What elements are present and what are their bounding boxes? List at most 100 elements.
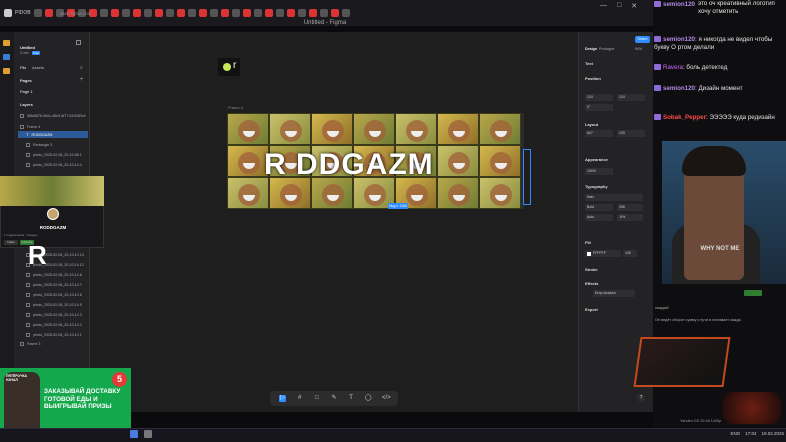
folder-icon[interactable] bbox=[3, 40, 10, 46]
photo-tile[interactable] bbox=[479, 113, 521, 145]
fill-swatch[interactable] bbox=[587, 251, 591, 256]
text-tool-icon[interactable]: T bbox=[348, 395, 355, 402]
tab-icon[interactable] bbox=[330, 9, 339, 17]
layer-item[interactable]: photo_2025-02-06_20-10-14 4 bbox=[26, 161, 92, 168]
comment-tool-icon[interactable]: ◯ bbox=[365, 395, 372, 402]
tab-design[interactable]: Design bbox=[585, 47, 597, 51]
move-tool-icon[interactable]: ▷ bbox=[279, 395, 287, 402]
layer-item[interactable]: photo_2025-02-06_20-10-14 1 bbox=[26, 331, 92, 338]
tab-icon[interactable] bbox=[220, 9, 229, 17]
window-controls[interactable]: — □ ✕ bbox=[600, 2, 652, 12]
tab-icon[interactable] bbox=[176, 9, 185, 17]
page-item[interactable]: Page 1 bbox=[20, 89, 33, 94]
shape-tool-icon[interactable]: □ bbox=[313, 395, 320, 402]
rotation-field[interactable]: 0° bbox=[585, 104, 613, 111]
frame-label[interactable]: Frame 4 bbox=[228, 105, 243, 110]
tab-icon[interactable] bbox=[165, 9, 174, 17]
tab-icon[interactable] bbox=[33, 9, 42, 17]
channel-name[interactable]: RODDGAZM bbox=[30, 225, 76, 230]
drafts-label[interactable]: Drafts bbox=[20, 51, 29, 55]
photo-tile[interactable] bbox=[479, 145, 521, 177]
tab-icon[interactable] bbox=[297, 9, 306, 17]
tab-icon[interactable] bbox=[341, 9, 350, 17]
share-button[interactable]: Share bbox=[635, 36, 650, 43]
layer-item-selected[interactable]: T RODDGAZM bbox=[18, 131, 88, 138]
height-field[interactable]: 129 bbox=[617, 130, 645, 137]
tab-icon[interactable] bbox=[242, 9, 251, 17]
y-field[interactable]: 124 bbox=[617, 94, 645, 101]
follow-button[interactable]: Follow bbox=[4, 240, 18, 245]
tab-icon[interactable] bbox=[308, 9, 317, 17]
layer-item[interactable]: photo_2025-02-06_20-10-14 6 bbox=[26, 291, 92, 298]
avatar[interactable] bbox=[47, 208, 59, 220]
file-name[interactable]: Untitled bbox=[20, 45, 35, 50]
panel-toggle-icon[interactable] bbox=[76, 40, 81, 45]
font-size-field[interactable]: 256 bbox=[617, 204, 643, 211]
minimize-icon[interactable]: — bbox=[600, 2, 607, 12]
line-height-field[interactable]: Auto bbox=[585, 214, 613, 221]
tab-icon[interactable] bbox=[198, 9, 207, 17]
clock-date[interactable]: 19.02.2025 bbox=[761, 431, 784, 440]
pen-tool-icon[interactable]: ✎ bbox=[330, 395, 337, 402]
folder-icon[interactable] bbox=[3, 68, 10, 74]
tab-label[interactable]: PIDOB bbox=[15, 10, 31, 16]
layer-item[interactable]: Frame 3 bbox=[20, 340, 86, 347]
address-bar[interactable]: www.figma.com bbox=[60, 11, 160, 16]
layer-item[interactable]: Frame 4 bbox=[20, 123, 86, 130]
figma-canvas[interactable] bbox=[90, 32, 578, 412]
layer-item[interactable]: photo_2025-02-06_20-10-14 2 bbox=[26, 321, 92, 328]
tab-icon[interactable] bbox=[187, 9, 196, 17]
layer-item[interactable]: photo_2025-02-06_20-10-14 5 bbox=[26, 301, 92, 308]
selection-handle[interactable] bbox=[523, 149, 531, 205]
photo-tile[interactable] bbox=[269, 113, 311, 145]
layer-item[interactable]: photo_2025-02-06_20-10-14 8 bbox=[26, 271, 92, 278]
layer-item[interactable]: Rectangle 3 bbox=[26, 141, 92, 148]
photo-tile[interactable] bbox=[227, 177, 269, 209]
opacity-field[interactable]: 100% bbox=[585, 168, 613, 175]
tab-icon[interactable] bbox=[264, 9, 273, 17]
tab-icon[interactable] bbox=[275, 9, 284, 17]
dev-mode-icon[interactable]: </> bbox=[382, 395, 391, 402]
maximize-icon[interactable]: □ bbox=[617, 2, 621, 12]
tab-icon[interactable] bbox=[209, 9, 218, 17]
effect-item[interactable]: Drop shadow bbox=[593, 290, 635, 297]
close-icon[interactable]: ✕ bbox=[631, 2, 637, 12]
tab-assets[interactable]: Assets bbox=[32, 65, 44, 70]
fill-opacity-field[interactable]: 100 bbox=[623, 250, 637, 257]
tab-icon[interactable] bbox=[231, 9, 240, 17]
add-page-icon[interactable]: + bbox=[80, 77, 84, 83]
tab-icon[interactable] bbox=[319, 9, 328, 17]
photo-tile[interactable] bbox=[227, 145, 269, 177]
photo-tile[interactable] bbox=[311, 113, 353, 145]
frame-tool-icon[interactable]: # bbox=[296, 395, 303, 402]
width-field[interactable]: 607 bbox=[585, 130, 613, 137]
help-button[interactable]: ? bbox=[637, 394, 645, 402]
fill-hex-field[interactable]: FFFFFF bbox=[585, 250, 621, 257]
layer-item[interactable]: photo_2025-02-06_20-10-14 3 bbox=[26, 311, 92, 318]
clock-time[interactable]: 17:04 bbox=[745, 431, 756, 440]
layer-item[interactable]: photo_2025-02-06_20-10-14 7 bbox=[26, 281, 92, 288]
x-field[interactable]: 124 bbox=[585, 94, 613, 101]
tab-prototype[interactable]: Prototype bbox=[599, 47, 614, 51]
app-icon[interactable] bbox=[3, 54, 10, 60]
tab-icon[interactable] bbox=[44, 9, 53, 17]
taskbar-app-icon[interactable] bbox=[144, 430, 152, 438]
layer-item[interactable]: 5f8d5876-9b0c-46e3-8f77-61f1f5f1ef bbox=[20, 112, 86, 119]
photo-tile[interactable] bbox=[227, 113, 269, 145]
font-weight-select[interactable]: Bold bbox=[585, 204, 613, 211]
taskbar-app-icon[interactable] bbox=[130, 430, 138, 438]
font-family-select[interactable]: Inter bbox=[585, 194, 643, 201]
tab-icon[interactable] bbox=[4, 9, 12, 17]
photo-tile[interactable] bbox=[437, 113, 479, 145]
logo-text-layer[interactable]: R DDGAZM bbox=[264, 148, 444, 184]
photo-tile[interactable] bbox=[479, 177, 521, 209]
tab-icon[interactable] bbox=[253, 9, 262, 17]
letter-spacing-field[interactable]: -5% bbox=[617, 214, 643, 221]
green-button[interactable] bbox=[744, 290, 762, 296]
logo-preview[interactable]: r bbox=[218, 58, 240, 76]
zoom-level[interactable]: 94% bbox=[635, 47, 642, 51]
layer-item[interactable]: photo_2025-02-06_20-10-58 1 bbox=[26, 151, 92, 158]
tab-file[interactable]: File bbox=[20, 65, 26, 70]
tab-icon[interactable] bbox=[286, 9, 295, 17]
search-icon[interactable]: ⌕ bbox=[80, 65, 83, 71]
